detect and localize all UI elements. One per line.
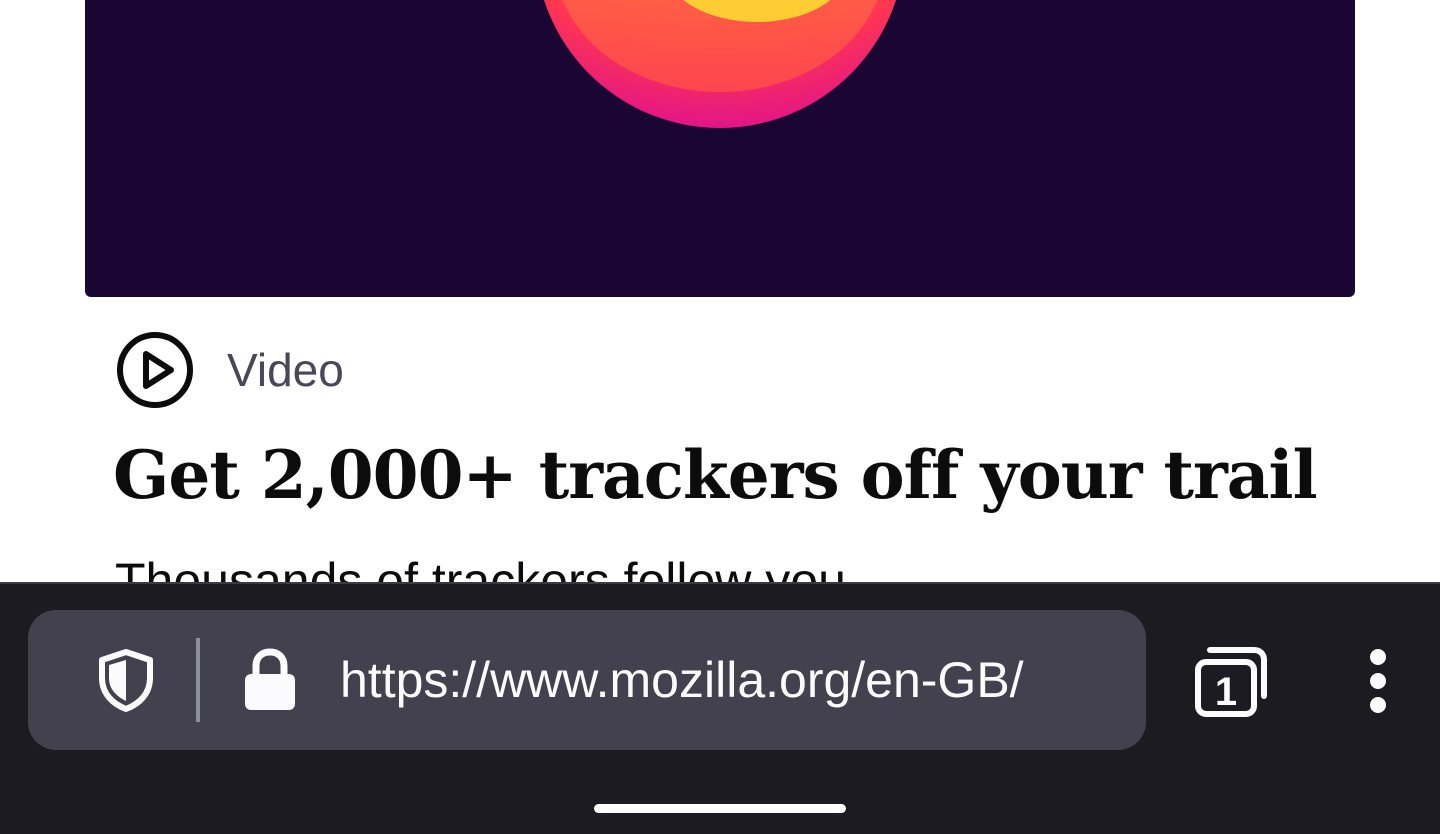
- hero-image[interactable]: [85, 0, 1355, 297]
- tab-count[interactable]: 1: [1200, 666, 1252, 718]
- play-icon: [117, 332, 193, 408]
- urlbar-divider: [196, 638, 200, 722]
- url-text[interactable]: https://www.mozilla.org/en-GB/: [340, 650, 1024, 710]
- browser-toolbar: https://www.mozilla.org/en-GB/ 1: [0, 582, 1440, 776]
- lock-icon[interactable]: [242, 648, 298, 712]
- home-gesture-handle[interactable]: [594, 804, 846, 813]
- more-vertical-icon[interactable]: [1352, 646, 1404, 716]
- article-body-excerpt: Thousands of trackers follow you: [115, 553, 846, 582]
- article-meta: Video: [115, 330, 344, 410]
- address-bar[interactable]: https://www.mozilla.org/en-GB/: [28, 610, 1146, 750]
- system-navigation-bar: [0, 776, 1440, 834]
- shield-icon[interactable]: [96, 648, 156, 712]
- category-label: Video: [227, 344, 344, 396]
- article-headline[interactable]: Get 2,000+ trackers off your trail: [113, 436, 1318, 514]
- web-content: Video Get 2,000+ trackers off your trail…: [0, 0, 1440, 582]
- firefox-logo-graphic: [544, 0, 896, 128]
